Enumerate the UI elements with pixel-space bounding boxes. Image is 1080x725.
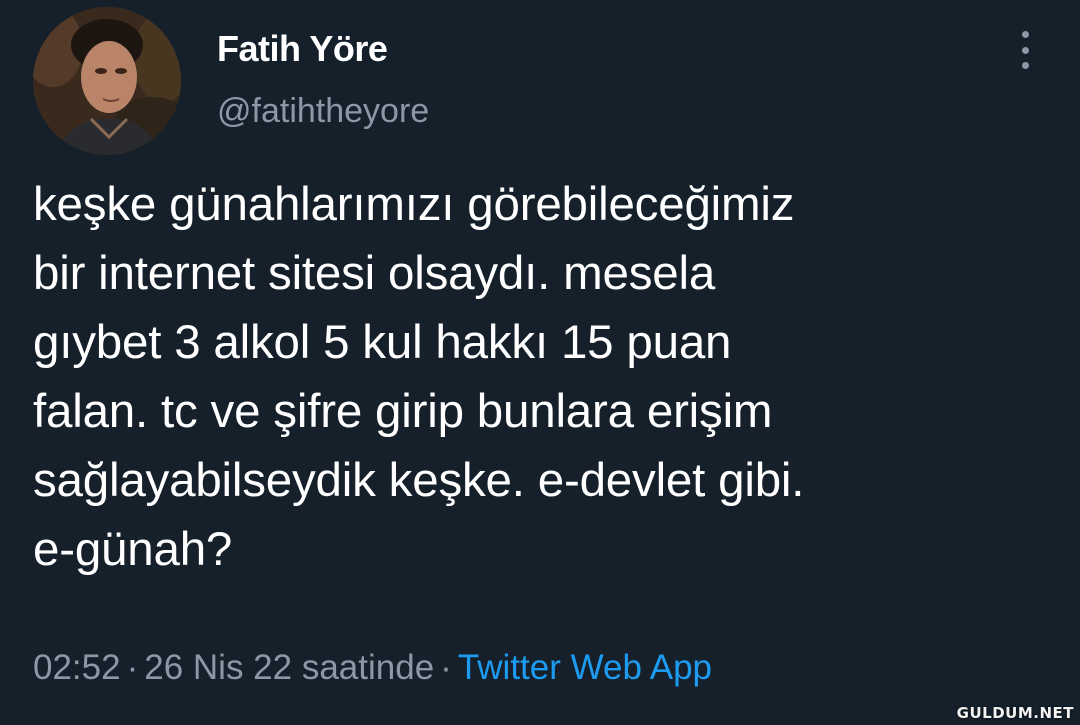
tweet-card: Fatih Yöre @fatihtheyore keşke günahları… [0, 0, 1080, 725]
tweet-metadata: 02:52 · 26 Nis 22 saatinde · Twitter Web App [33, 648, 712, 688]
meta-separator: · [440, 648, 452, 687]
watermark-logo: GULDUM.NET [956, 704, 1074, 722]
tweet-source-link[interactable]: Twitter Web App [458, 648, 712, 687]
tweet-time[interactable]: 02:52 [33, 648, 121, 687]
more-vertical-icon-dot [1021, 46, 1029, 54]
tweet-date[interactable]: 26 Nis 22 saatinde [144, 648, 434, 687]
more-options-button[interactable] [1008, 28, 1042, 72]
display-name[interactable]: Fatih Yöre [217, 28, 388, 70]
user-handle[interactable]: @fatihtheyore [217, 92, 429, 131]
avatar[interactable] [33, 7, 181, 155]
avatar-photo [33, 7, 181, 155]
meta-separator: · [126, 648, 139, 687]
tweet-text: keşke günahlarımızı görebileceğimiz bir … [33, 178, 805, 576]
more-vertical-icon [1021, 31, 1029, 38]
more-vertical-icon-dot [1021, 62, 1029, 69]
